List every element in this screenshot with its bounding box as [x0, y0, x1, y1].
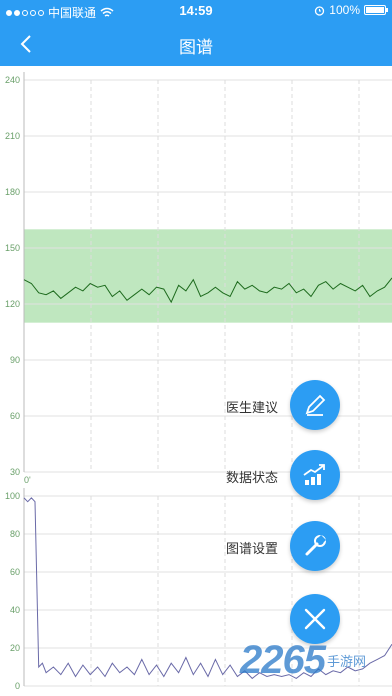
watermark-number: 2265	[240, 638, 326, 682]
y-tick-label: 180	[5, 187, 20, 197]
wrench-icon	[302, 533, 328, 559]
close-menu-button[interactable]	[290, 594, 340, 644]
alarm-icon	[315, 5, 325, 16]
battery-fill	[366, 7, 384, 13]
page-title: 图谱	[179, 38, 213, 57]
y-tick-label: 0	[15, 681, 20, 691]
y-tick-label: 60	[10, 411, 20, 421]
pen-icon	[302, 392, 328, 418]
y-tick-label: 120	[5, 299, 20, 309]
normal-range-band	[24, 229, 392, 323]
fab-button[interactable]	[290, 380, 340, 430]
nav-bar: 图谱	[0, 22, 392, 66]
y-tick-label: 40	[10, 605, 20, 615]
y-tick-label: 20	[10, 643, 20, 653]
battery-icon	[364, 5, 388, 15]
y-tick-label: 100	[5, 491, 20, 501]
x-tick-label: 0'	[24, 475, 31, 485]
y-tick-label: 80	[10, 529, 20, 539]
y-tick-label: 240	[5, 75, 20, 85]
y-tick-label: 210	[5, 131, 20, 141]
status-right: 100%	[314, 3, 388, 17]
battery-percent: 100%	[329, 3, 360, 17]
fab-button[interactable]	[290, 450, 340, 500]
watermark-text: 手游网	[326, 654, 366, 669]
trend-chart-icon	[301, 462, 329, 488]
fab-label[interactable]: 图谱设置	[226, 538, 278, 557]
watermark: 2265 手游网	[240, 640, 366, 680]
y-tick-label: 30	[10, 467, 20, 477]
fab-button[interactable]	[290, 521, 340, 571]
fab-label[interactable]: 医生建议	[226, 397, 278, 416]
y-tick-label: 150	[5, 243, 20, 253]
close-icon	[301, 605, 329, 633]
fab-label[interactable]: 数据状态	[226, 467, 278, 486]
status-bar: 中国联通 14:59 100%	[0, 0, 392, 22]
y-tick-label: 60	[10, 567, 20, 577]
y-tick-label: 90	[10, 355, 20, 365]
